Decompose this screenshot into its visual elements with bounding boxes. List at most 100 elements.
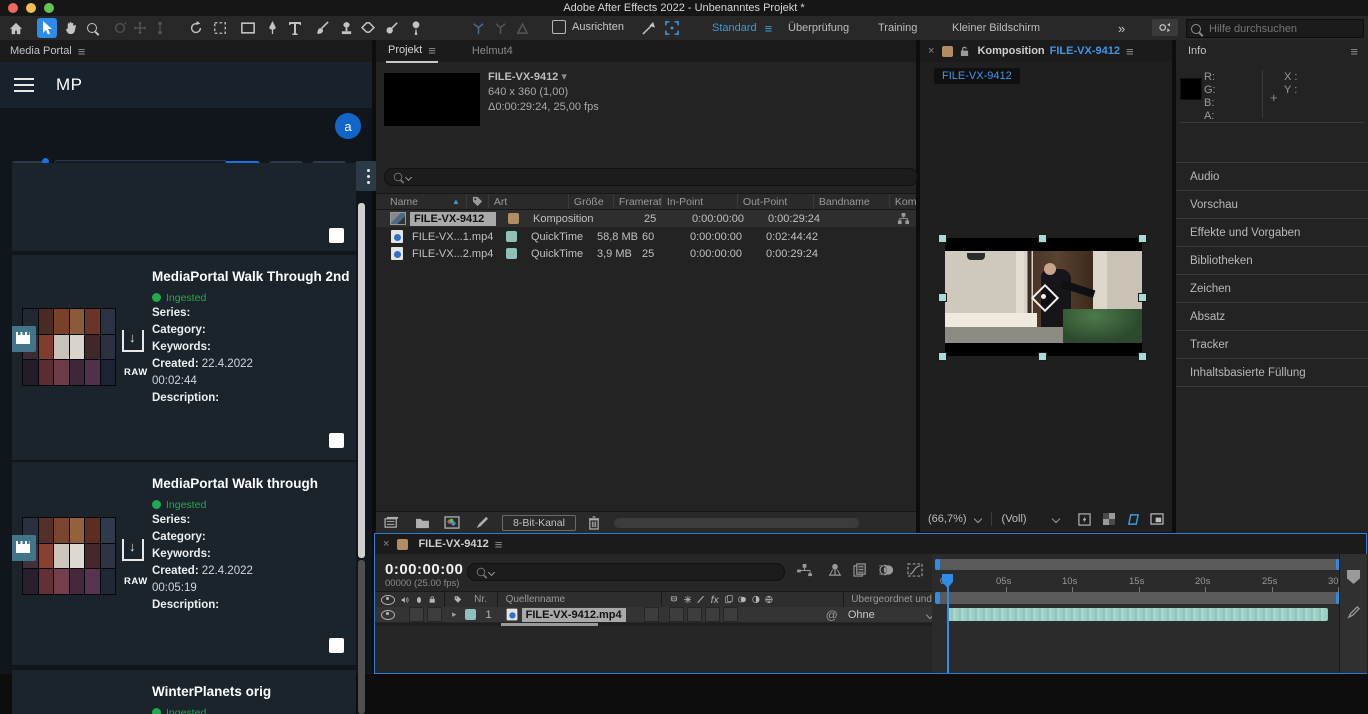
row-name[interactable]: FILE-VX-9412	[410, 212, 496, 226]
source-name-column[interactable]: Quellenname	[506, 594, 565, 605]
column-kommentar[interactable]: Komme	[889, 194, 916, 209]
tab-projekt[interactable]: Projekt≡	[386, 40, 438, 63]
zoom-dropdown[interactable]: (66,7%)	[928, 513, 981, 525]
composition-flowchart-icon[interactable]	[797, 564, 813, 577]
rectangle-tool[interactable]	[238, 18, 258, 38]
row-name[interactable]: FILE-VX...2.mp4	[408, 247, 494, 261]
column-bandname[interactable]: Bandname	[813, 194, 889, 209]
column-label[interactable]	[466, 194, 488, 209]
quality-column-icon[interactable]	[697, 594, 704, 605]
view-axis-mode-icon[interactable]	[512, 18, 532, 38]
media-portal-tab[interactable]: Media Portal	[10, 45, 72, 57]
panel-row-effekte[interactable]: Effekte und Vorgaben	[1176, 218, 1368, 246]
panel-menu-icon[interactable]: ≡	[495, 537, 503, 552]
video-thumbnail[interactable]	[22, 517, 116, 595]
label-color-chip[interactable]	[508, 213, 519, 224]
orbit-camera-tool[interactable]	[110, 18, 130, 38]
motion-blur-icon[interactable]	[879, 563, 895, 577]
tab-helmut4[interactable]: Helmut4	[472, 45, 513, 57]
solo-column-icon[interactable]	[417, 597, 421, 603]
project-search[interactable]	[384, 168, 918, 186]
timeline-tab-name[interactable]: FILE-VX-9412	[418, 538, 488, 550]
video-column-icon[interactable]	[381, 595, 395, 605]
help-search[interactable]	[1186, 19, 1364, 38]
type-tool[interactable]	[285, 18, 305, 38]
selection-handle[interactable]	[1038, 234, 1047, 243]
close-tab-icon[interactable]: ×	[383, 538, 389, 550]
menu-icon[interactable]	[14, 84, 34, 87]
zoom-tool[interactable]	[82, 18, 102, 38]
label-color-chip[interactable]	[397, 539, 408, 550]
selection-handle[interactable]	[938, 234, 947, 243]
roto-brush-tool[interactable]	[382, 18, 402, 38]
layer-visibility-icon[interactable]	[381, 610, 395, 620]
interpret-footage-icon[interactable]	[384, 516, 401, 529]
layer-label-chip[interactable]	[465, 609, 476, 620]
transparency-grid-icon[interactable]	[1099, 511, 1119, 527]
current-timecode[interactable]: 0:00:00:00	[385, 561, 463, 578]
eraser-tool[interactable]	[358, 18, 378, 38]
audio-column-icon[interactable]	[401, 595, 409, 605]
timeline-search-input[interactable]	[497, 565, 776, 579]
panel-menu-icon[interactable]: ≡	[428, 43, 436, 58]
motion-blur-column-icon[interactable]	[738, 594, 747, 605]
adaptive-resolution-icon[interactable]	[1075, 511, 1095, 527]
media-card-partial[interactable]	[12, 203, 356, 251]
bit-depth-button[interactable]: 8-Bit-Kanal	[502, 515, 576, 531]
label-color-chip[interactable]	[506, 248, 517, 259]
clone-stamp-tool[interactable]	[336, 18, 356, 38]
view-layout-icon[interactable]	[1147, 511, 1167, 527]
card-checkbox[interactable]	[329, 228, 344, 243]
media-card[interactable]: MediaPortal Walk Through 2nd Ingested Se…	[12, 255, 356, 460]
resolution-dropdown[interactable]: (Voll)	[1002, 513, 1059, 525]
navigator-start-handle[interactable]	[935, 559, 940, 570]
comp-marker-icon[interactable]	[1347, 606, 1360, 619]
parent-link-column[interactable]: Übergeordnet und verkn..	[851, 594, 932, 605]
pickwhip-arrow-icon[interactable]	[638, 18, 658, 38]
table-row[interactable]: FILE-VX-9412 Komposition 25 0:00:00:00 0…	[376, 210, 916, 227]
label-column-icon[interactable]	[454, 594, 462, 605]
pen-tool[interactable]	[262, 18, 282, 38]
video-frame[interactable]	[945, 238, 1142, 356]
panel-row-vorschau[interactable]: Vorschau	[1176, 190, 1368, 218]
info-panel-title[interactable]: Info	[1188, 45, 1206, 57]
work-area-bar[interactable]	[935, 592, 1341, 604]
project-search-input[interactable]	[414, 170, 909, 184]
brush-tool[interactable]	[312, 18, 332, 38]
unlock-icon[interactable]	[960, 46, 969, 57]
lock-column-icon[interactable]	[429, 594, 435, 605]
tab-comp-name[interactable]: FILE-VX-9412	[1050, 45, 1120, 57]
panel-row-zeichen[interactable]: Zeichen	[1176, 274, 1368, 302]
graph-editor-icon[interactable]	[907, 563, 923, 577]
close-tab-icon[interactable]: ×	[928, 45, 934, 57]
timeline-hscroll-track[interactable]	[375, 623, 932, 626]
label-color-chip[interactable]	[506, 231, 517, 242]
panel-row-bibliotheken[interactable]: Bibliotheken	[1176, 246, 1368, 274]
selection-handle[interactable]	[1038, 352, 1047, 361]
work-area-start-handle[interactable]	[935, 592, 940, 604]
home-icon[interactable]	[6, 18, 26, 38]
adjustment-column-icon[interactable]	[752, 594, 760, 605]
download-asset-icon[interactable]: ↓	[122, 539, 144, 561]
parent-dropdown[interactable]: Ohne	[848, 609, 933, 621]
workspace-overflow-button[interactable]: »	[1118, 16, 1125, 40]
column-framerate[interactable]: Framerate	[613, 194, 661, 209]
card-checkbox[interactable]	[329, 433, 344, 448]
world-axis-mode-icon[interactable]	[490, 18, 510, 38]
dropdown-icon[interactable]: ▾	[561, 71, 567, 83]
column-outpoint[interactable]: Out-Point	[737, 194, 813, 209]
column-art[interactable]: Art	[488, 194, 568, 209]
tab-prefix[interactable]: Komposition	[977, 45, 1044, 57]
horizontal-scrollbar[interactable]	[614, 518, 859, 528]
nr-column[interactable]: Nr.	[474, 594, 487, 605]
panel-menu-icon[interactable]: ≡	[78, 44, 86, 59]
collapse-column-icon[interactable]	[684, 594, 692, 605]
puppet-pin-tool[interactable]	[406, 18, 426, 38]
region-of-interest-icon[interactable]	[1123, 511, 1143, 527]
timeline-hscroll-thumb[interactable]	[501, 623, 598, 626]
selection-handle[interactable]	[938, 293, 947, 302]
camera-roi-tool[interactable]	[210, 18, 230, 38]
time-navigator[interactable]	[935, 559, 1341, 570]
snap-grid-icon[interactable]	[662, 18, 682, 38]
hand-tool[interactable]	[60, 18, 80, 38]
